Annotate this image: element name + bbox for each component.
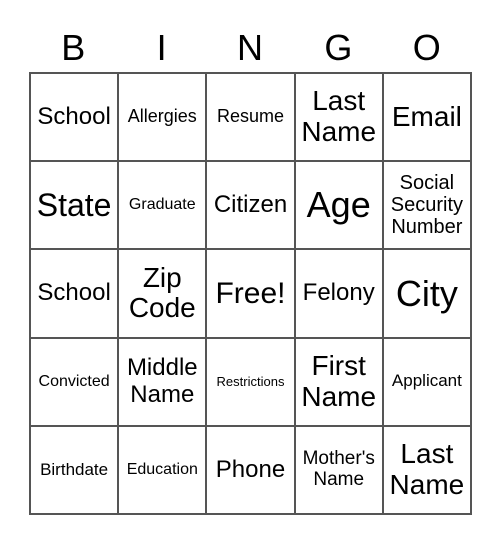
header-letter-i: I [156,27,167,68]
bingo-cell[interactable]: Last Name [382,425,471,514]
bingo-cell[interactable]: Mother's Name [294,425,383,514]
bingo-cell[interactable]: City [382,249,471,338]
bingo-cell[interactable]: Last Name [294,73,383,162]
bingo-cell[interactable]: Free! [206,249,295,338]
header-letter-n: N [236,27,263,68]
bingo-cell[interactable]: Citizen [206,161,295,250]
bingo-cell[interactable]: Allergies [118,73,207,162]
bingo-cell[interactable]: Graduate [118,161,207,250]
bingo-cell[interactable]: First Name [294,337,383,426]
bingo-cell[interactable]: Zip Code [118,249,207,338]
header-letter-b: B [61,27,86,68]
bingo-cell[interactable]: Convicted [30,337,119,426]
bingo-cell[interactable]: School [30,73,119,162]
bingo-cell[interactable]: Middle Name [118,337,207,426]
header-letter-g: G [324,27,353,68]
bingo-cell[interactable]: Education [118,425,207,514]
bingo-header: B I N G O [29,26,471,70]
bingo-cell[interactable]: Social Security Number [382,161,471,250]
bingo-cell[interactable]: Applicant [382,337,471,426]
bingo-grid: School Allergies Resume Last Name Email State… [29,72,472,515]
header-letter-o: O [412,27,441,68]
bingo-cell[interactable]: Resume [206,73,295,162]
bingo-cell[interactable]: Age [294,161,383,250]
bingo-cell[interactable]: Phone [206,425,295,514]
bingo-cell[interactable]: Restrictions [206,337,295,426]
bingo-cell[interactable]: Email [382,73,471,162]
bingo-cell[interactable]: Birthdate [30,425,119,514]
bingo-cell[interactable]: School [30,249,119,338]
bingo-cell[interactable]: Felony [294,249,383,338]
bingo-cell[interactable]: State [30,161,119,250]
